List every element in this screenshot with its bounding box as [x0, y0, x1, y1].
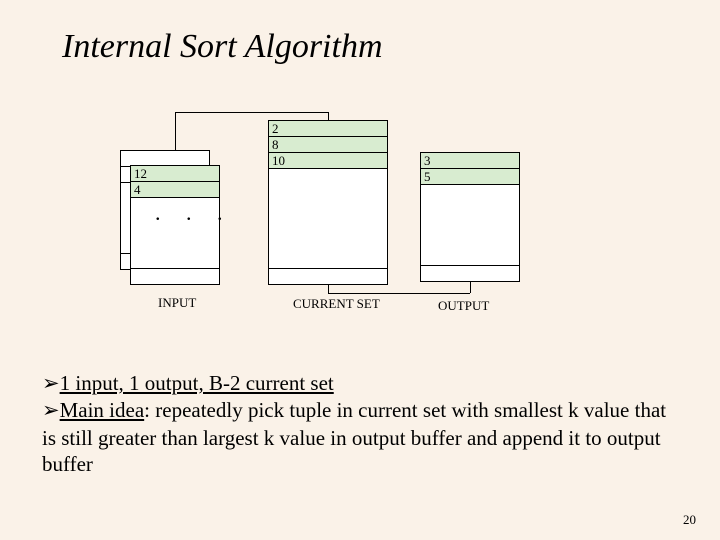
- bullet-2-lead: Main idea: [60, 398, 145, 422]
- wire: [328, 285, 329, 293]
- input-row: 12: [131, 166, 219, 182]
- bullet-2: ➢Main idea: repeatedly pick tuple in cur…: [42, 397, 680, 477]
- bullet-1-text: 1 input, 1 output, B-2 current set: [60, 371, 334, 395]
- bullet-arrow-icon: ➢: [42, 399, 60, 422]
- output-row: 3: [421, 153, 519, 169]
- diagram-area: 12 4 . . . INPUT 2 8 10 CURRENT SET 3 5 …: [120, 120, 600, 340]
- output-row-empty: [421, 265, 519, 281]
- input-row-empty: [131, 268, 219, 284]
- input-label: INPUT: [158, 295, 196, 311]
- wire: [328, 293, 470, 294]
- bullet-arrow-icon: ➢: [42, 372, 60, 395]
- wire: [470, 282, 471, 293]
- output-label: OUTPUT: [438, 298, 489, 314]
- page-number: 20: [683, 512, 696, 528]
- bullet-list: ➢1 input, 1 output, B-2 current set ➢Mai…: [42, 370, 680, 477]
- current-row-empty: [269, 268, 387, 284]
- wire: [175, 112, 328, 113]
- current-set-label: CURRENT SET: [293, 296, 380, 312]
- current-row: 8: [269, 137, 387, 153]
- wire: [328, 112, 329, 120]
- wire: [175, 112, 176, 150]
- current-set-box: 2 8 10: [268, 120, 388, 285]
- output-box: 3 5: [420, 152, 520, 282]
- current-row: 2: [269, 121, 387, 137]
- current-row: 10: [269, 153, 387, 169]
- output-row: 5: [421, 169, 519, 185]
- bullet-1: ➢1 input, 1 output, B-2 current set: [42, 370, 680, 397]
- ellipsis-dots: . . .: [155, 200, 233, 226]
- input-row: 4: [131, 182, 219, 198]
- page-title: Internal Sort Algorithm: [62, 28, 383, 66]
